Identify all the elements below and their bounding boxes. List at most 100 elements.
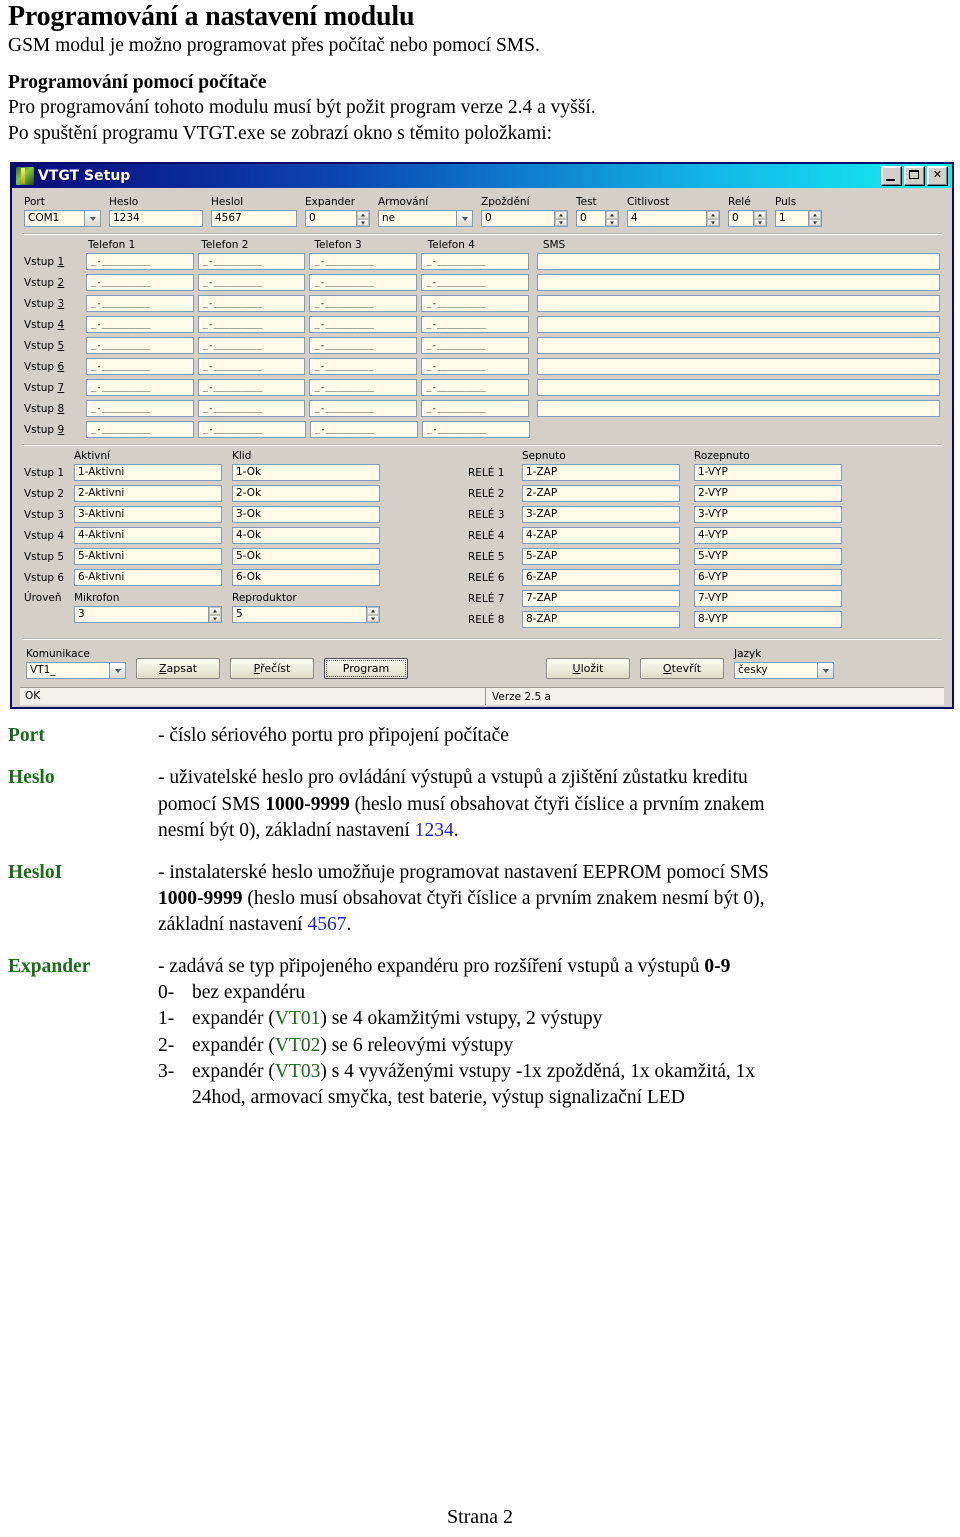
close-icon[interactable]: ✕ xyxy=(927,166,948,187)
klid-input[interactable]: 2-Ok xyxy=(232,485,380,503)
phone-input[interactable]: _-_________ xyxy=(421,358,529,376)
aktivni-input[interactable]: 4-Aktivni xyxy=(74,527,222,545)
param-control[interactable]: ne xyxy=(378,210,473,228)
sms-input[interactable] xyxy=(536,358,941,376)
zapsat-button[interactable]: Zapsat xyxy=(136,658,220,680)
param-control[interactable]: 4567 xyxy=(211,210,297,228)
sms-input[interactable] xyxy=(536,295,941,313)
phone-input[interactable]: _-_________ xyxy=(197,274,306,292)
chevron-down-icon[interactable] xyxy=(84,210,101,228)
sepnuto-input[interactable]: 3-ZAP xyxy=(522,506,680,524)
phone-input[interactable]: _-_________ xyxy=(309,379,418,397)
sepnuto-input[interactable]: 4-ZAP xyxy=(522,527,680,545)
aktivni-input[interactable]: 3-Aktivni xyxy=(74,506,222,524)
phone-input[interactable]: _-_________ xyxy=(309,358,418,376)
phone-input[interactable]: _-_________ xyxy=(310,421,418,439)
param-control[interactable]: 0 xyxy=(481,210,568,228)
chevron-down-icon[interactable] xyxy=(109,662,126,680)
sms-input[interactable] xyxy=(536,379,941,397)
ulozit-button[interactable]: Uložit xyxy=(546,658,630,680)
klid-input[interactable]: 4-Ok xyxy=(232,527,380,545)
chevron-down-icon[interactable] xyxy=(456,210,473,228)
sms-input[interactable] xyxy=(536,337,941,355)
param-value[interactable]: 1 xyxy=(775,210,809,228)
phone-input[interactable]: _-_________ xyxy=(197,379,306,397)
jazyk-value[interactable]: česky xyxy=(734,662,817,680)
rozepnuto-input[interactable]: 8-VYP xyxy=(694,611,842,629)
sepnuto-input[interactable]: 6-ZAP xyxy=(522,569,680,587)
spinner-control[interactable] xyxy=(357,210,370,228)
param-value[interactable]: 0 xyxy=(728,210,754,228)
phone-input[interactable]: _-_________ xyxy=(421,400,529,418)
phone-input[interactable]: _-_________ xyxy=(421,379,529,397)
klid-input[interactable]: 1-Ok xyxy=(232,464,380,482)
rozepnuto-input[interactable]: 2-VYP xyxy=(694,485,842,503)
rozepnuto-input[interactable]: 5-VYP xyxy=(694,548,842,566)
param-value[interactable]: 0 xyxy=(481,210,555,228)
phone-input[interactable]: _-_________ xyxy=(85,337,194,355)
sepnuto-input[interactable]: 8-ZAP xyxy=(522,611,680,629)
phone-input[interactable]: _-_________ xyxy=(198,421,306,439)
phone-input[interactable]: _-_________ xyxy=(422,421,530,439)
sepnuto-input[interactable]: 1-ZAP xyxy=(522,464,680,482)
phone-input[interactable]: _-_________ xyxy=(421,274,529,292)
phone-input[interactable]: _-_________ xyxy=(197,316,306,334)
phone-input[interactable]: _-_________ xyxy=(309,316,418,334)
spinner-control[interactable] xyxy=(606,210,619,228)
rozepnuto-input[interactable]: 3-VYP xyxy=(694,506,842,524)
phone-input[interactable]: _-_________ xyxy=(197,400,306,418)
chevron-down-icon-2[interactable] xyxy=(817,662,834,680)
param-value[interactable]: 0 xyxy=(305,210,357,228)
phone-input[interactable]: _-_________ xyxy=(85,253,194,271)
aktivni-input[interactable]: 1-Aktivni xyxy=(74,464,222,482)
microphone-spinner[interactable] xyxy=(209,606,222,624)
rozepnuto-input[interactable]: 7-VYP xyxy=(694,590,842,608)
phone-input[interactable]: _-_________ xyxy=(309,295,418,313)
phone-input[interactable]: _-_________ xyxy=(309,337,418,355)
komunikace-value[interactable]: VT1_ xyxy=(26,662,109,680)
spinner-control[interactable] xyxy=(707,210,720,228)
param-control[interactable]: 0 xyxy=(728,210,767,228)
param-value[interactable]: 4 xyxy=(627,210,707,228)
phone-input[interactable]: _-_________ xyxy=(197,253,306,271)
param-control[interactable]: 0 xyxy=(305,210,370,228)
minimize-icon[interactable] xyxy=(881,166,902,187)
sms-input[interactable] xyxy=(536,274,941,292)
spinner-control[interactable] xyxy=(754,210,767,228)
phone-input[interactable]: _-_________ xyxy=(85,295,194,313)
phone-input[interactable]: _-_________ xyxy=(85,316,194,334)
phone-input[interactable]: _-_________ xyxy=(421,337,529,355)
param-control[interactable]: 4 xyxy=(627,210,720,228)
spinner-control[interactable] xyxy=(555,210,568,228)
phone-input[interactable]: _-_________ xyxy=(309,400,418,418)
klid-input[interactable]: 5-Ok xyxy=(232,548,380,566)
phone-input[interactable]: _-_________ xyxy=(421,316,529,334)
phone-input[interactable]: _-_________ xyxy=(85,400,194,418)
jazyk-combo[interactable]: česky xyxy=(734,662,834,680)
param-value[interactable]: 0 xyxy=(576,210,606,228)
phone-input[interactable]: _-_________ xyxy=(85,358,194,376)
aktivni-input[interactable]: 6-Aktivni xyxy=(74,569,222,587)
otevrit-button[interactable]: Otevřít xyxy=(640,658,724,680)
param-value[interactable]: ne xyxy=(378,210,456,228)
rozepnuto-input[interactable]: 6-VYP xyxy=(694,569,842,587)
phone-input[interactable]: _-_________ xyxy=(85,274,194,292)
klid-input[interactable]: 6-Ok xyxy=(232,569,380,587)
aktivni-input[interactable]: 2-Aktivni xyxy=(74,485,222,503)
sms-input[interactable] xyxy=(536,400,941,418)
aktivni-input[interactable]: 5-Aktivni xyxy=(74,548,222,566)
phone-input[interactable]: _-_________ xyxy=(197,358,306,376)
speaker-spinner[interactable] xyxy=(367,606,380,624)
phone-input[interactable]: _-_________ xyxy=(309,274,418,292)
param-control[interactable]: COM1 xyxy=(24,210,101,228)
phone-input[interactable]: _-_________ xyxy=(197,337,306,355)
phone-input[interactable]: _-_________ xyxy=(85,379,194,397)
sms-input[interactable] xyxy=(536,253,941,271)
phone-input[interactable]: _-_________ xyxy=(86,421,194,439)
program-button[interactable]: Program xyxy=(324,658,408,680)
window-titlebar[interactable]: VTGT Setup ✕ xyxy=(12,164,952,189)
phone-input[interactable]: _-_________ xyxy=(309,253,418,271)
maximize-icon[interactable] xyxy=(904,166,925,187)
param-control[interactable]: 0 xyxy=(576,210,619,228)
sms-input[interactable] xyxy=(536,316,941,334)
